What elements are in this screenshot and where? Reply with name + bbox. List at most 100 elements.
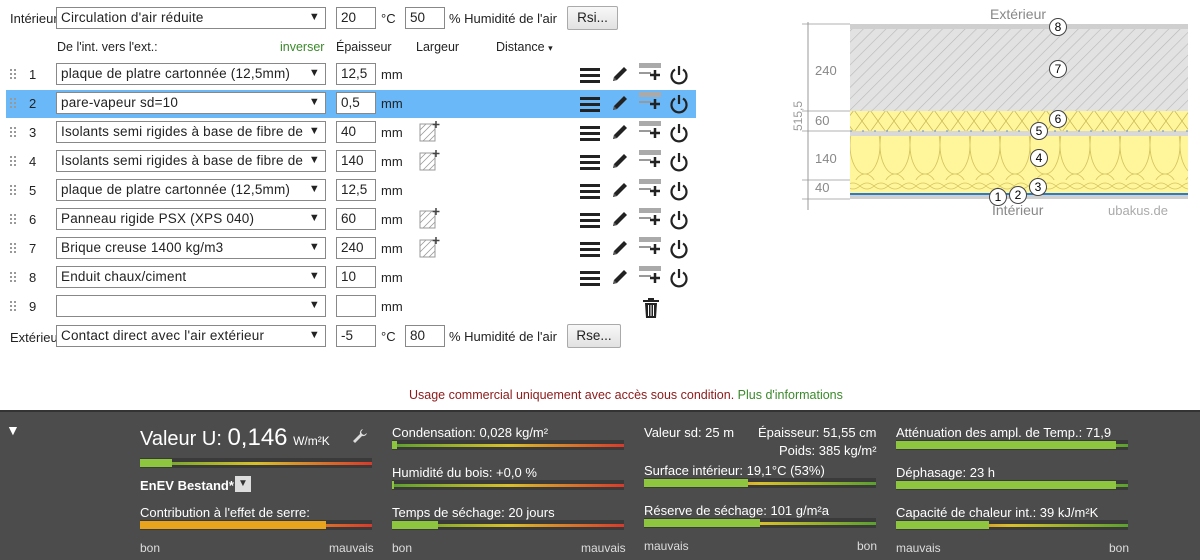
drag-handle-icon[interactable] xyxy=(10,272,18,284)
power-icon[interactable] xyxy=(669,239,689,262)
add-inhomogeneous-icon[interactable] xyxy=(419,149,441,174)
menu-icon[interactable] xyxy=(580,125,600,144)
power-icon[interactable] xyxy=(669,181,689,204)
drag-handle-icon[interactable] xyxy=(10,127,18,139)
layer-thickness-input[interactable] xyxy=(336,295,376,317)
exterior-temp-input[interactable]: -5 xyxy=(336,325,376,347)
exterior-temp-unit: °C xyxy=(381,329,396,344)
u-value-number: 0,146 xyxy=(227,424,288,451)
rsi-button[interactable]: Rsi... xyxy=(567,6,618,30)
layer-thickness-input[interactable]: 240 xyxy=(336,237,376,259)
layer-thickness-input[interactable]: 60 xyxy=(336,208,376,230)
layer-material-select[interactable]: plaque de platre cartonnée (12,5mm) ▼ xyxy=(56,63,326,85)
edit-icon[interactable] xyxy=(610,238,630,261)
insert-layer-icon[interactable] xyxy=(639,208,663,231)
edit-icon[interactable] xyxy=(610,151,630,174)
sd-value-label: Valeur sd: 25 m xyxy=(644,425,735,440)
surface-temp-bar xyxy=(644,478,876,488)
insert-layer-icon[interactable] xyxy=(639,92,663,115)
insert-layer-icon[interactable] xyxy=(639,237,663,260)
scale-bad-label: mauvais xyxy=(329,541,374,555)
add-inhomogeneous-icon[interactable] xyxy=(419,207,441,232)
menu-icon[interactable] xyxy=(580,183,600,202)
layer-4-insulation xyxy=(850,136,1188,180)
svg-text:4: 4 xyxy=(1036,151,1043,165)
layer-material-select[interactable]: Panneau rigide PSX (XPS 040) ▼ xyxy=(56,208,326,230)
drag-handle-icon[interactable] xyxy=(10,214,18,226)
layer-thickness-input[interactable]: 0,5 xyxy=(336,92,376,114)
inverse-link[interactable]: inverser xyxy=(280,40,324,54)
menu-icon[interactable] xyxy=(580,67,600,86)
add-inhomogeneous-icon[interactable] xyxy=(419,120,441,145)
edit-icon[interactable] xyxy=(610,64,630,87)
exterior-humidity-input[interactable]: 80 xyxy=(405,325,445,347)
layer-marker[interactable]: 8 xyxy=(1049,18,1067,36)
drag-handle-icon[interactable] xyxy=(10,301,18,313)
layer-thickness-input[interactable]: 40 xyxy=(336,121,376,143)
menu-icon[interactable] xyxy=(580,270,600,289)
layer-material-select[interactable]: plaque de platre cartonnée (12,5mm) ▼ xyxy=(56,179,326,201)
layer-marker[interactable]: 5 xyxy=(1030,122,1048,140)
power-icon[interactable] xyxy=(669,94,689,117)
edit-icon[interactable] xyxy=(610,267,630,290)
layer-number: 9 xyxy=(29,299,37,314)
menu-icon[interactable] xyxy=(580,154,600,173)
trash-icon[interactable] xyxy=(642,298,660,321)
layer-material-select[interactable]: Isolants semi rigides à base de fibre de… xyxy=(56,121,326,143)
edit-icon[interactable] xyxy=(610,122,630,145)
wrench-icon[interactable] xyxy=(352,428,368,444)
menu-icon[interactable] xyxy=(580,241,600,260)
layer-thickness-input[interactable]: 140 xyxy=(336,150,376,172)
insert-layer-icon[interactable] xyxy=(639,266,663,289)
layer-marker[interactable]: 1 xyxy=(989,188,1007,206)
more-info-link[interactable]: Plus d'informations xyxy=(738,388,843,402)
layer-material-select[interactable]: ▼ xyxy=(56,295,326,317)
layer-material-select[interactable]: pare-vapeur sd=10 ▼ xyxy=(56,92,326,114)
edit-icon[interactable] xyxy=(610,180,630,203)
layer-material-value: pare-vapeur sd=10 xyxy=(61,95,179,110)
drag-handle-icon[interactable] xyxy=(10,98,18,110)
interior-temp-input[interactable]: 20 xyxy=(336,7,376,29)
dropdown-arrow-icon: ▼ xyxy=(308,96,320,108)
insert-layer-icon[interactable] xyxy=(639,179,663,202)
drag-handle-icon[interactable] xyxy=(10,156,18,168)
insert-layer-icon[interactable] xyxy=(639,63,663,86)
interior-condition-select[interactable]: Circulation d'air réduite ▼ xyxy=(56,7,326,29)
layer-material-select[interactable]: Brique creuse 1400 kg/m3 ▼ xyxy=(56,237,326,259)
collapse-toggle-icon[interactable]: ▼ xyxy=(6,422,20,438)
interior-humidity-input[interactable]: 50 xyxy=(405,7,445,29)
layer-thickness-input[interactable]: 10 xyxy=(336,266,376,288)
exterior-condition-select[interactable]: Contact direct avec l'air extérieur ▼ xyxy=(56,325,326,347)
insert-layer-icon[interactable] xyxy=(639,150,663,173)
power-icon[interactable] xyxy=(669,268,689,291)
power-icon[interactable] xyxy=(669,65,689,88)
interior-humidity-label: % Humidité de l'air xyxy=(449,11,557,26)
phase-shift-bar xyxy=(896,480,1128,490)
power-icon[interactable] xyxy=(669,210,689,233)
menu-icon[interactable] xyxy=(580,212,600,231)
edit-icon[interactable] xyxy=(610,93,630,116)
layer-thickness-input[interactable]: 12,5 xyxy=(336,63,376,85)
weight-result: Poids: 385 kg/m² xyxy=(779,443,877,458)
layer-marker[interactable]: 4 xyxy=(1030,149,1048,167)
insert-layer-icon[interactable] xyxy=(639,121,663,144)
layer-marker[interactable]: 2 xyxy=(1009,186,1027,204)
layer-thickness-input[interactable]: 12,5 xyxy=(336,179,376,201)
power-icon[interactable] xyxy=(669,152,689,175)
layer-marker[interactable]: 3 xyxy=(1029,178,1047,196)
distance-header[interactable]: Distance ▾ xyxy=(496,40,553,54)
layer-marker[interactable]: 6 xyxy=(1049,110,1067,128)
power-icon[interactable] xyxy=(669,123,689,146)
enev-dropdown-icon[interactable]: ▼ xyxy=(235,476,251,492)
rse-button[interactable]: Rse... xyxy=(567,324,621,348)
layer-material-select[interactable]: Isolants semi rigides à base de fibre de… xyxy=(56,150,326,172)
add-inhomogeneous-icon[interactable] xyxy=(419,236,441,261)
drag-handle-icon[interactable] xyxy=(10,185,18,197)
edit-icon[interactable] xyxy=(610,209,630,232)
dropdown-arrow-icon: ▼ xyxy=(308,329,320,341)
drag-handle-icon[interactable] xyxy=(10,69,18,81)
menu-icon[interactable] xyxy=(580,96,600,115)
layer-marker[interactable]: 7 xyxy=(1049,60,1067,78)
layer-material-select[interactable]: Enduit chaux/ciment ▼ xyxy=(56,266,326,288)
drag-handle-icon[interactable] xyxy=(10,243,18,255)
